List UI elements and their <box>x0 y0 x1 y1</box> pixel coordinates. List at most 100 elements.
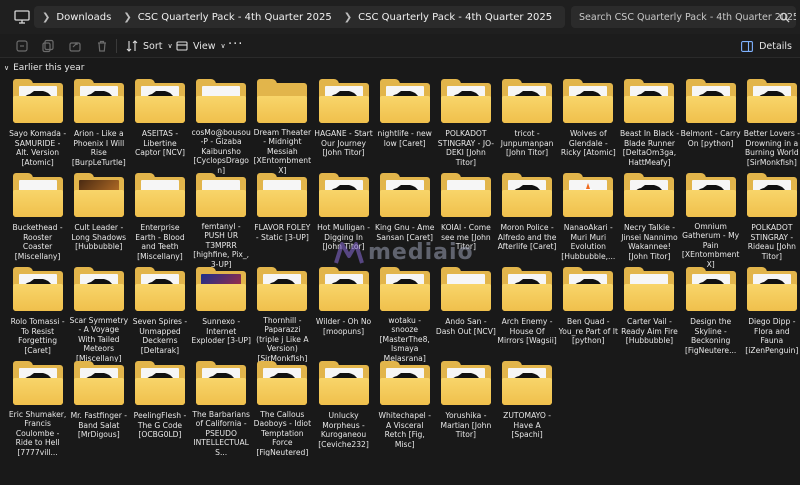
folder-front <box>318 96 369 123</box>
folder-item[interactable]: Yorushika - Martian [John Titor] <box>435 361 496 456</box>
folder-item[interactable]: HAGANE - Start Our Journey [John Titor] <box>313 79 374 174</box>
folder-item[interactable]: PeelingFlesh - The G Code [OCBG0LD] <box>129 361 190 456</box>
folder-label: Ben Quad - You_re Part of It [python] <box>558 317 618 346</box>
folder-item[interactable]: Diego Dipp - Flora and Fauna [iZenPengui… <box>741 267 800 362</box>
breadcrumb[interactable]: ❯ Downloads ❯ CSC Quarterly Pack - 4th Q… <box>34 6 565 28</box>
folder-label: Belmont - Carry On [python] <box>680 129 741 148</box>
folder-item[interactable]: cosMo@bousou-P - Gizaba Kaibunsho [Cyclo… <box>191 79 252 174</box>
folder-item[interactable]: ZUTOMAYO - Have A [Spachi] <box>497 361 558 456</box>
breadcrumb-pack-current[interactable]: CSC Quarterly Pack - 4th Quarter 2025 <box>358 12 560 23</box>
folder-icon <box>196 79 247 124</box>
folder-item[interactable]: Seven Spires - Unmapped Deckerns [Deltar… <box>129 267 190 362</box>
folder-item[interactable]: Unlucky Morpheus - Kuroganeou [Ceviche23… <box>313 361 374 456</box>
folder-item[interactable]: Buckethead - Rooster Coaster [Miscellany… <box>7 173 68 268</box>
folder-item[interactable]: Sayo Komada - SAMURIDE - Alt. Version [A… <box>7 79 68 174</box>
folder-item[interactable]: tricot - Junpumanpan [John Titor] <box>497 79 558 174</box>
folder-item[interactable]: Arion - Like a Phoenix I Will Rise [Burp… <box>68 79 129 174</box>
folder-label: Sayo Komada - SAMURIDE - Alt. Version [A… <box>9 129 67 167</box>
folder-front <box>685 284 736 311</box>
folder-label: Carter Vail - Ready Aim Fire [Hubbubble] <box>621 317 678 346</box>
delete-icon[interactable] <box>95 39 109 53</box>
folder-item[interactable]: Sunnexo - Internet Exploder [3-UP] <box>191 267 252 362</box>
sort-button[interactable]: Sort ∨ <box>126 38 173 54</box>
chevron-right-icon[interactable]: ❯ <box>340 12 358 23</box>
cut-icon[interactable] <box>15 39 29 53</box>
folder-front <box>73 190 124 217</box>
folder-icon <box>563 79 614 125</box>
more-options-icon[interactable]: ··· <box>228 37 243 52</box>
details-pane-icon <box>741 40 754 52</box>
folder-item[interactable]: Eric Shumaker, Francis Coulombe - Ride t… <box>7 361 68 456</box>
folder-label: Ando San - Dash Out [NCV] <box>435 317 496 336</box>
folder-icon <box>134 267 185 313</box>
folder-icon <box>379 267 430 312</box>
folder-front <box>440 284 491 311</box>
folder-item[interactable]: Enterprise Earth - Blood and Teeth [Misc… <box>129 173 190 268</box>
folder-front <box>440 190 491 217</box>
folder-front <box>563 96 614 123</box>
this-pc-icon[interactable] <box>14 10 30 24</box>
copy-icon[interactable] <box>41 39 55 53</box>
folder-item[interactable]: King Gnu - Ame Sansan [Caret] <box>374 173 435 268</box>
folder-item[interactable]: nightlife - new low [Caret] <box>374 79 435 174</box>
chevron-right-icon[interactable]: ❯ <box>119 12 137 23</box>
folder-icon <box>12 173 63 219</box>
folder-label: cosMo@bousou-P - Gizaba Kaibunsho [Cyclo… <box>191 127 251 174</box>
breadcrumb-pack-parent[interactable]: CSC Quarterly Pack - 4th Quarter 2025 <box>138 12 340 23</box>
folder-item[interactable]: Omnium Gatherum - My Pain [XEntombmentX] <box>680 173 741 268</box>
folder-item[interactable]: Wilder - Oh No [moopuns] <box>313 267 374 362</box>
folder-item[interactable]: femtanyl - PUSH UR T3MPRR [highfine, Pix… <box>191 173 252 268</box>
folder-item[interactable]: Scar Symmetry - A Voyage With Tailed Met… <box>68 267 129 362</box>
folder-item[interactable]: wotaku - snooze [MasterThe8, Ismaya Mela… <box>374 267 435 362</box>
folder-item[interactable]: FLAVOR FOLEY - Static [3-UP] <box>252 173 313 268</box>
folder-item[interactable]: The Callous Daoboys - Idiot Temptation F… <box>252 361 313 456</box>
share-icon[interactable] <box>68 39 82 53</box>
chevron-down-icon[interactable]: ∨ <box>4 64 9 72</box>
folder-item[interactable]: Dream Theater - Midnight Messiah [XEntom… <box>252 79 313 174</box>
chevron-right-icon[interactable]: ❯ <box>38 12 56 23</box>
folder-label: ASEITAS - Libertine Captor [NCV] <box>134 129 185 158</box>
folder-icon <box>502 361 553 407</box>
search-input[interactable]: Search CSC Quarterly Pack - 4th Quarter … <box>571 6 796 28</box>
folder-label: Wolves of Glendale - Ricky [Atomic] <box>560 129 616 158</box>
folder-item[interactable]: Thornhill - Paparazzi (triple j Like A V… <box>252 267 313 362</box>
folder-item[interactable]: NanaoAkari - Muri Muri Evolution [Hubbub… <box>558 173 619 268</box>
folder-icon <box>196 361 247 406</box>
folder-item[interactable]: Moron Police - Alfredo and the Afterlife… <box>497 173 558 268</box>
folder-item[interactable]: POLKADOT STINGRAY - Rideau [John Titor] <box>741 173 800 268</box>
folder-item[interactable]: The Barbarians of California - PSEUDO IN… <box>191 361 252 456</box>
folder-item[interactable]: Rolo Tomassi - To Resist Forgetting [Car… <box>7 267 68 362</box>
folder-item[interactable]: KOIAI - Come see me [John Titor] <box>435 173 496 268</box>
folder-icon <box>257 361 308 406</box>
folder-icon <box>134 79 185 125</box>
folder-item[interactable]: Carter Vail - Ready Aim Fire [Hubbubble] <box>619 267 680 362</box>
folder-item[interactable]: Belmont - Carry On [python] <box>680 79 741 174</box>
folder-item[interactable]: Ben Quad - You_re Part of It [python] <box>558 267 619 362</box>
folder-item[interactable]: Mr. Fastfinger - Band Salat [MrDigous] <box>68 361 129 456</box>
folder-item[interactable]: Whitechapel - A Visceral Retch [Fig, Mis… <box>374 361 435 456</box>
folder-item[interactable]: Necry Talkie - Jinsei Nannimo Wakannee! … <box>619 173 680 268</box>
details-pane-button[interactable]: Details <box>741 38 792 54</box>
folder-item[interactable]: Wolves of Glendale - Ricky [Atomic] <box>558 79 619 174</box>
folder-item[interactable]: Ando San - Dash Out [NCV] <box>435 267 496 362</box>
folder-icon <box>318 79 369 125</box>
folder-label: Hot Mulligan - Digging In [John Titor] <box>317 223 370 252</box>
folder-label: Omnium Gatherum - My Pain [XEntombmentX] <box>681 221 740 268</box>
group-header[interactable]: ∨ Earlier this year <box>4 63 85 73</box>
search-icon[interactable] <box>779 12 790 23</box>
breadcrumb-downloads[interactable]: Downloads <box>56 12 119 23</box>
folder-front <box>257 190 308 217</box>
folder-label: POLKADOT STINGRAY - Rideau [John Titor] <box>747 223 796 261</box>
folder-item[interactable]: Hot Mulligan - Digging In [John Titor] <box>313 173 374 268</box>
folder-label: ZUTOMAYO - Have A [Spachi] <box>503 411 552 440</box>
view-button[interactable]: View ∨ <box>176 38 226 54</box>
folder-item[interactable]: Better Lovers - Drowning in a Burning Wo… <box>741 79 800 174</box>
folder-item[interactable]: Design the Skyline - Beckoning [FigNeute… <box>680 267 741 362</box>
folder-item[interactable]: Cult Leader - Long Shadows [Hubbubble] <box>68 173 129 268</box>
folder-icon <box>379 361 430 407</box>
folder-label: nightlife - new low [Caret] <box>377 129 432 148</box>
folder-item[interactable]: POLKADOT STINGRAY - JO-DEKI [John Titor] <box>435 79 496 174</box>
folder-item[interactable]: ASEITAS - Libertine Captor [NCV] <box>129 79 190 174</box>
folder-item[interactable]: Beast In Black - Blade Runner [DeltaOm3g… <box>619 79 680 174</box>
folder-item[interactable]: Arch Enemy - House Of Mirrors [Wagsii] <box>497 267 558 362</box>
